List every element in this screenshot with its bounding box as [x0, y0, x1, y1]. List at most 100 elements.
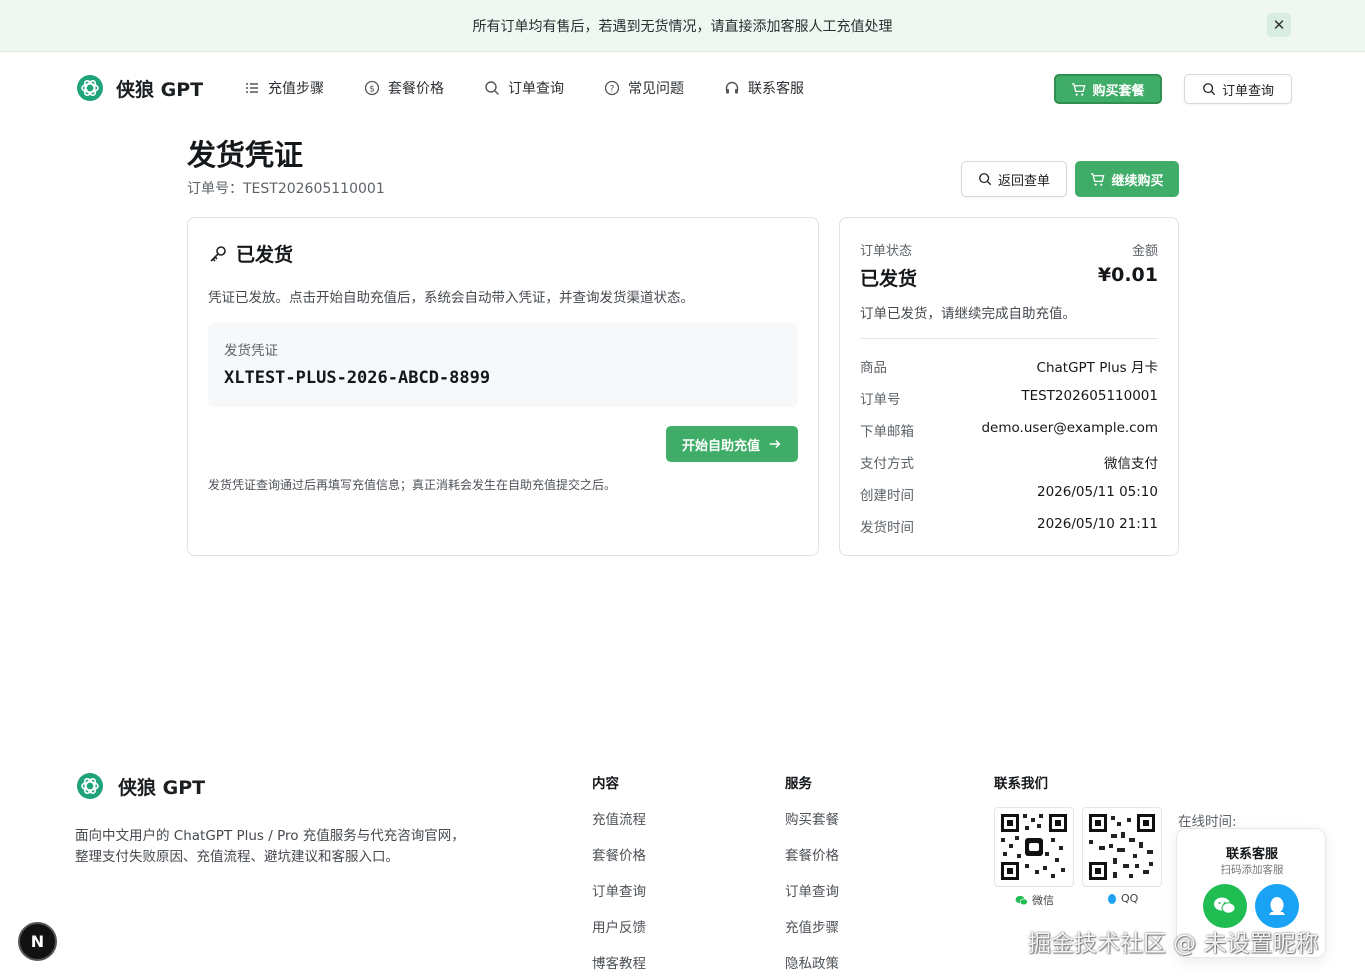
openai-logo-icon — [77, 773, 103, 799]
delivery-card: 已发货 凭证已发放。点击开始自助充值后，系统会自动带入凭证，并查询发货渠道状态。… — [187, 217, 819, 556]
detail-row-order-no: 订单号 TEST202605110001 — [860, 388, 1158, 420]
search-icon — [1203, 83, 1216, 96]
buy-plan-label: 购买套餐 — [1092, 83, 1145, 99]
footer-service-column: 服务 购买套餐 套餐价格 订单查询 充值步骤 隐私政策 — [785, 772, 839, 980]
detail-key: 创建时间 — [860, 488, 914, 504]
continue-buy-button[interactable]: 继续购买 — [1075, 161, 1179, 197]
site-header: 侠狼 GPT 充值步骤 $ 套餐价格 订单查询 ? 常见问题 联系客服 购买套餐… — [0, 52, 1365, 126]
nav-label: 常见问题 — [628, 81, 684, 97]
contact-title: 联系我们 — [994, 776, 1048, 792]
footer-link[interactable]: 用户反馈 — [592, 916, 646, 952]
footer-brand-name: 侠狼 GPT — [118, 776, 206, 799]
qq-qr-caption: QQ — [1107, 892, 1138, 905]
nav-item-steps[interactable]: 充值步骤 — [244, 78, 324, 98]
footer-link[interactable]: 套餐价格 — [785, 844, 839, 880]
qq-icon — [1269, 897, 1285, 915]
search-icon — [485, 81, 499, 95]
detail-row-email: 下单邮箱 demo.user@example.com — [860, 420, 1158, 452]
order-number-line: 订单号：TEST202605110001 — [187, 178, 385, 198]
wechat-contact-button[interactable] — [1203, 884, 1247, 928]
page-title: 发货凭证 — [187, 138, 304, 172]
nav-item-pricing[interactable]: $ 套餐价格 — [364, 78, 444, 98]
footer-link[interactable]: 订单查询 — [592, 880, 646, 916]
cart-icon — [1072, 82, 1086, 96]
announcement-banner: 所有订单均有售后，若遇到无货情况，请直接添加客服人工充值处理 ✕ — [0, 0, 1365, 52]
close-icon[interactable]: ✕ — [1267, 13, 1291, 37]
amount-label: 金额 — [1131, 244, 1158, 259]
nav-item-support[interactable]: 联系客服 — [724, 78, 804, 98]
amount-value: ¥0.01 — [1097, 264, 1158, 286]
order-status-value: 已发货 — [860, 268, 918, 290]
detail-key: 支付方式 — [860, 456, 914, 472]
back-to-query-button[interactable]: 返回查单 — [961, 161, 1067, 197]
footer-column-title: 服务 — [785, 776, 812, 792]
dev-tools-badge[interactable]: N — [18, 922, 57, 961]
detail-row-product: 商品 ChatGPT Plus 月卡 — [860, 356, 1158, 388]
order-number-prefix: 订单号： — [187, 181, 243, 197]
detail-row-created: 创建时间 2026/05/11 05:10 — [860, 484, 1158, 516]
detail-value: TEST202605110001 — [1021, 388, 1158, 404]
nav-label: 订单查询 — [508, 81, 564, 97]
order-query-button[interactable]: 订单查询 — [1184, 74, 1292, 104]
headset-icon — [725, 81, 739, 94]
footer-link[interactable]: 充值步骤 — [785, 916, 839, 952]
detail-row-payment: 支付方式 微信支付 — [860, 452, 1158, 484]
order-status-note: 订单已发货，请继续完成自助充值。 — [860, 306, 1076, 322]
voucher-code[interactable]: XLTEST-PLUS-2026-ABCD-8899 — [224, 368, 490, 388]
wechat-qr-caption: 微信 — [1015, 892, 1054, 908]
back-to-query-label: 返回查单 — [997, 173, 1050, 189]
detail-value: demo.user@example.com — [981, 420, 1158, 436]
help-icon: ? — [604, 80, 620, 96]
detail-row-delivered: 发货时间 2026/05/10 21:11 — [860, 516, 1158, 548]
svg-text:$: $ — [369, 85, 375, 95]
footer-link[interactable]: 充值流程 — [592, 808, 646, 844]
voucher-label: 发货凭证 — [224, 343, 278, 359]
brand-logo[interactable]: 侠狼 GPT — [76, 74, 203, 102]
detail-value: 2026/05/11 05:10 — [1036, 484, 1158, 500]
footer-link[interactable]: 博客教程 — [592, 952, 646, 980]
detail-key: 下单邮箱 — [860, 424, 914, 440]
start-self-recharge-button[interactable]: 开始自助充值 — [666, 426, 798, 462]
delivery-description: 凭证已发放。点击开始自助充值后，系统会自动带入凭证，并查询发货渠道状态。 — [208, 290, 694, 306]
search-icon — [979, 173, 992, 186]
order-summary-card: 订单状态 金额 已发货 ¥0.01 订单已发货，请继续完成自助充值。 商品 Cha… — [839, 217, 1179, 556]
nav-item-order-query[interactable]: 订单查询 — [484, 78, 564, 98]
qq-contact-button[interactable] — [1255, 884, 1299, 928]
footer-link[interactable]: 隐私政策 — [785, 952, 839, 980]
brand-name: 侠狼 GPT — [116, 78, 204, 101]
nav-label: 联系客服 — [748, 81, 804, 97]
footer-description: 面向中文用户的 ChatGPT Plus / Pro 充值服务与代充咨询官网，整… — [75, 828, 465, 865]
svg-text:?: ? — [610, 85, 615, 95]
voucher-box: 发货凭证 XLTEST-PLUS-2026-ABCD-8899 — [208, 323, 798, 407]
delivery-heading: 已发货 — [208, 240, 293, 267]
detail-value: ChatGPT Plus 月卡 — [1036, 360, 1158, 376]
footer-column-title: 内容 — [592, 776, 619, 792]
dollar-icon: $ — [364, 80, 380, 96]
wechat-qr-code — [994, 807, 1074, 887]
start-self-recharge-label: 开始自助充值 — [681, 438, 760, 454]
order-query-label: 订单查询 — [1221, 83, 1274, 99]
watermark-text: 掘金技术社区 @ 未设置昵称 — [1028, 931, 1319, 957]
buy-plan-button[interactable]: 购买套餐 — [1054, 74, 1162, 104]
nav-item-faq[interactable]: ? 常见问题 — [604, 78, 684, 98]
support-subtitle: 扫码添加客服 — [1220, 864, 1284, 876]
order-detail-list: 商品 ChatGPT Plus 月卡 订单号 TEST202605110001 下单… — [860, 356, 1158, 548]
qr-code-icon — [1001, 814, 1067, 880]
footer-link[interactable]: 购买套餐 — [785, 808, 839, 844]
qq-caption-text: QQ — [1121, 892, 1139, 905]
wechat-icon — [1214, 897, 1236, 914]
nav-label: 套餐价格 — [388, 81, 444, 97]
footer-link[interactable]: 订单查询 — [785, 880, 839, 916]
detail-value: 2026/05/10 21:11 — [1036, 516, 1158, 532]
openai-logo-icon — [77, 75, 103, 101]
footer-link[interactable]: 套餐价格 — [592, 844, 646, 880]
wechat-caption-text: 微信 — [1032, 894, 1054, 907]
banner-text: 所有订单均有售后，若遇到无货情况，请直接添加客服人工充值处理 — [472, 18, 893, 35]
arrow-right-icon — [769, 440, 781, 448]
footer-brand[interactable]: 侠狼 GPT — [76, 772, 205, 800]
online-time-label: 在线时间: — [1178, 814, 1237, 830]
qq-icon — [1108, 893, 1116, 904]
detail-key: 订单号 — [860, 392, 901, 408]
nav-label: 充值步骤 — [268, 81, 324, 97]
support-title: 联系客服 — [1225, 847, 1278, 862]
